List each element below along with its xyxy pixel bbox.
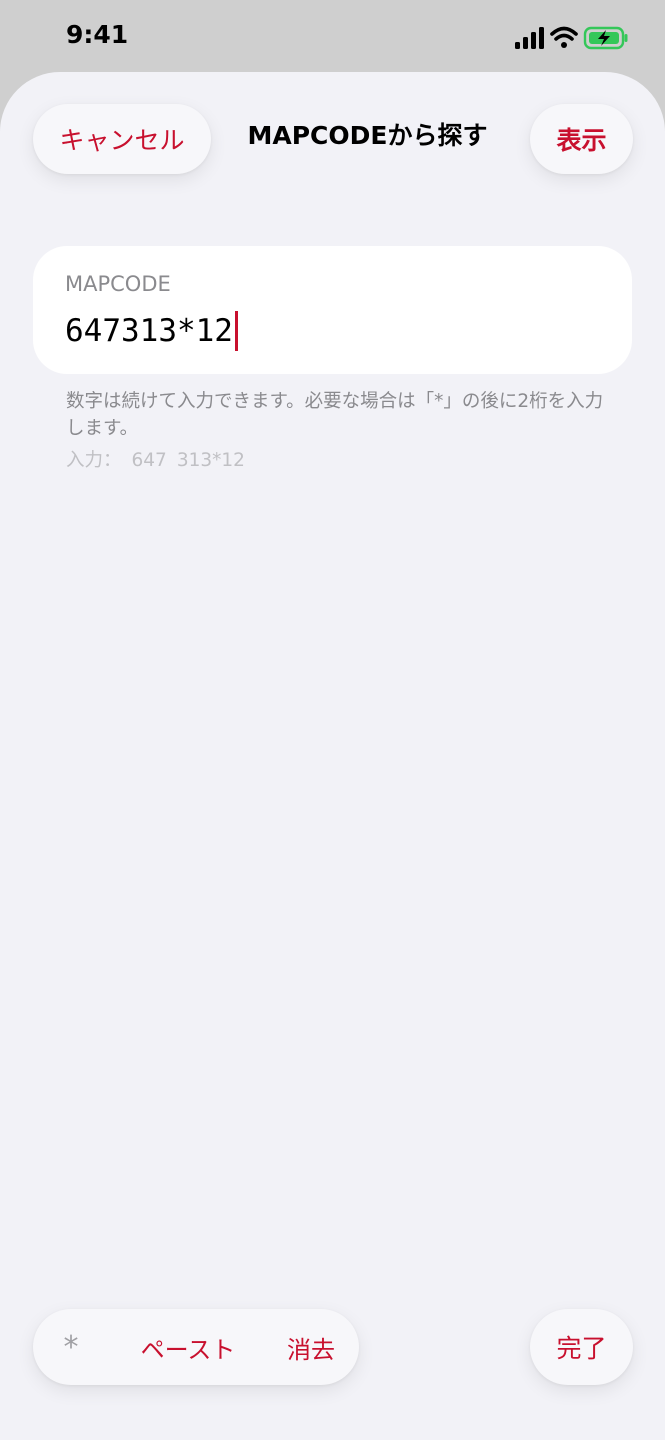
asterisk-button[interactable]: * [51, 1309, 91, 1385]
mapcode-input[interactable]: 647313*12 [65, 310, 238, 352]
text-caret [234, 311, 238, 351]
page-title: MAPCODEから探す [247, 121, 488, 150]
mapcode-sheet: キャンセル MAPCODEから探す 表示 MAPCODE 647313*12 数… [0, 72, 665, 1440]
input-echo: 入力： 647 313*12 [66, 446, 255, 472]
input-echo-prefix: 入力： [66, 450, 122, 471]
status-time: 9:41 [66, 20, 129, 49]
input-hint: 数字は続けて入力できます。必要な場合は「*」の後に2桁を入力します。 [66, 391, 604, 439]
mapcode-input-field[interactable]: MAPCODE 647313*12 [33, 246, 632, 374]
keyboard-toolbar: * ペースト 消去 [33, 1309, 359, 1385]
cellular-signal-icon [515, 27, 544, 49]
show-button[interactable]: 表示 [530, 104, 633, 174]
input-echo-part2: 313*12 [176, 450, 245, 471]
cancel-button[interactable]: キャンセル [33, 104, 211, 174]
clear-button[interactable]: 消去 [281, 1309, 341, 1385]
field-label: MAPCODE [65, 272, 171, 296]
battery-charging-icon [583, 26, 628, 50]
status-icons [515, 26, 628, 50]
input-echo-part1: 647 [131, 450, 167, 471]
field-value: 647313*12 [65, 313, 233, 349]
paste-button[interactable]: ペースト [128, 1309, 248, 1385]
status-bar: 9:41 [0, 0, 665, 72]
done-button[interactable]: 完了 [530, 1309, 633, 1385]
wifi-icon [550, 26, 578, 48]
